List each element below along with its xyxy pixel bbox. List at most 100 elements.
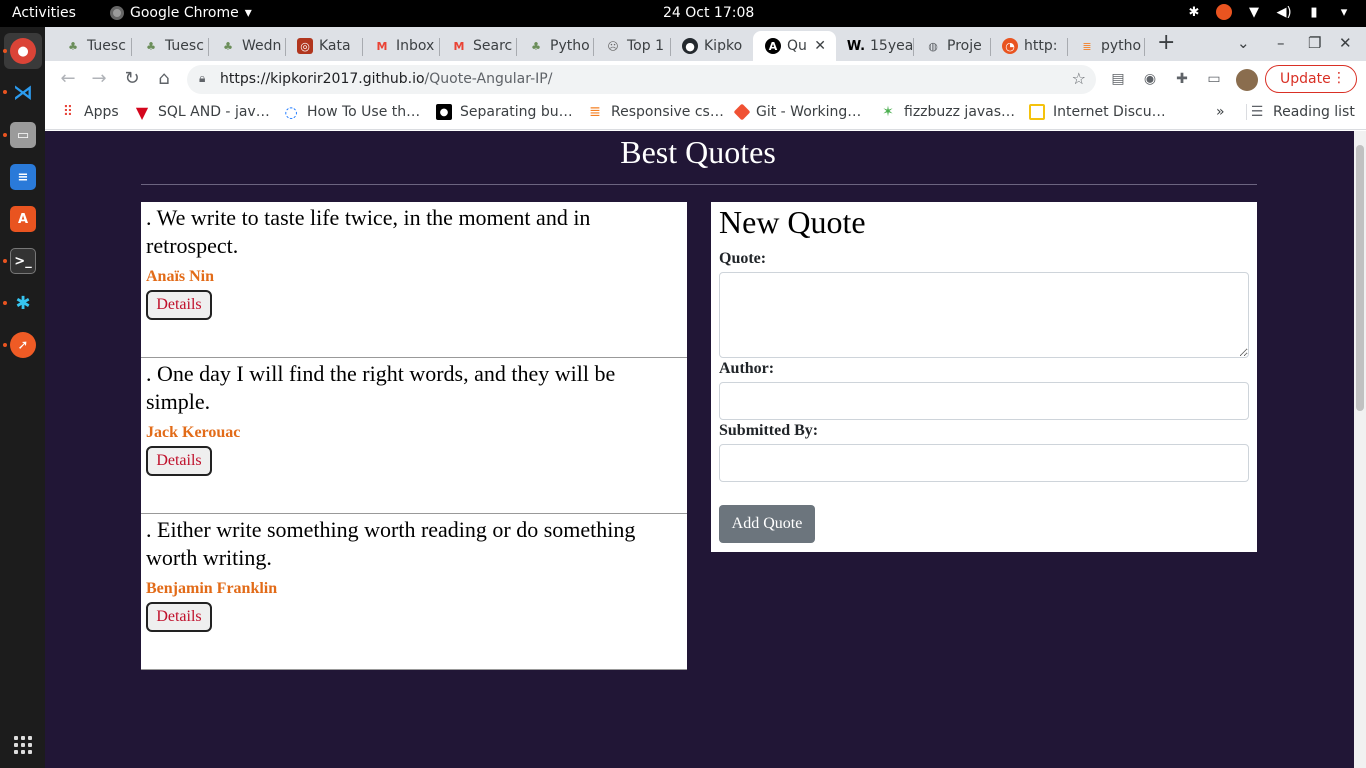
battery-icon[interactable]: ▮	[1306, 4, 1322, 20]
reading-list-button[interactable]: ☰ Reading list	[1246, 104, 1355, 120]
bookmark-item[interactable]: ● Separating bu…	[436, 104, 573, 120]
bookmark-label: Internet Discu…	[1053, 104, 1166, 120]
running-indicator	[3, 301, 7, 305]
extension-clipboard-icon[interactable]: ▤	[1109, 70, 1127, 88]
quote-textarea[interactable]	[719, 272, 1249, 358]
tab-label: Wedn	[242, 38, 282, 54]
reading-list-icon: ☰	[1250, 104, 1264, 120]
quote-card: . Either write something worth reading o…	[141, 514, 687, 670]
tab[interactable]: ◍ Proje	[913, 31, 990, 61]
tab[interactable]: ☹ Top 1	[593, 31, 670, 61]
tab[interactable]: ≣ pytho	[1067, 31, 1144, 61]
files-dock-icon[interactable]: ▭	[10, 122, 36, 148]
ubuntu-tray-icon[interactable]	[1216, 4, 1232, 20]
bookmark-item[interactable]: ≣ Responsive cs…	[587, 104, 724, 120]
details-button[interactable]: Details	[146, 446, 212, 476]
page-scrollbar[interactable]	[1354, 131, 1366, 768]
codewars-favicon-icon: ◎	[297, 38, 313, 54]
home-icon[interactable]: ⌂	[153, 68, 175, 89]
chrome-dock-icon[interactable]: ●	[10, 38, 36, 64]
system-tray[interactable]: ✱ ▼ ◀) ▮ ▾	[1186, 4, 1352, 20]
more-bookmarks-button[interactable]: »	[1216, 104, 1225, 120]
submitted-by-input[interactable]	[719, 444, 1249, 482]
slack-dock-icon[interactable]: ✱	[10, 290, 36, 316]
volume-icon[interactable]: ◀)	[1276, 4, 1292, 20]
maximize-icon[interactable]: ❐	[1308, 34, 1321, 52]
update-button[interactable]: Update ⋮	[1265, 65, 1357, 93]
bookmark-item[interactable]: Internet Discu…	[1029, 104, 1166, 120]
wifi-icon[interactable]: ▼	[1246, 4, 1262, 20]
tab[interactable]: ◎ Kata	[285, 31, 362, 61]
software-dock-icon[interactable]: A	[10, 206, 36, 232]
tab-label: Inbox	[396, 38, 435, 54]
tab[interactable]: M Searc	[439, 31, 516, 61]
reading-list-label: Reading list	[1273, 104, 1355, 120]
clock[interactable]: 24 Oct 17:08	[663, 5, 754, 21]
quote-list: . We write to taste life twice, in the m…	[141, 202, 687, 670]
author-field-label: Author:	[719, 360, 775, 377]
tab[interactable]: W. 15yea	[836, 31, 913, 61]
tab[interactable]: ● Kipko	[670, 31, 747, 61]
writer-dock-icon[interactable]: ≡	[10, 164, 36, 190]
author-input[interactable]	[719, 382, 1249, 420]
face-favicon-icon: ☹	[607, 39, 619, 53]
terminal-dock-icon[interactable]: >_	[10, 248, 36, 274]
dock: ● ⋊ ▭ ≡ A >_ ✱ ➚	[0, 27, 45, 768]
tab-active[interactable]: A Qu ✕	[753, 31, 836, 61]
tab-label: Tuesc	[87, 38, 126, 54]
bookmark-star-icon[interactable]: ☆	[1072, 69, 1086, 88]
postman-dock-icon[interactable]: ➚	[10, 332, 36, 358]
tab-label: Proje	[947, 38, 982, 54]
bookmark-item[interactable]: ✶ fizzbuzz javas…	[880, 104, 1015, 120]
bookmark-apps[interactable]: ⠿ Apps	[60, 104, 119, 120]
github-favicon-icon: ●	[682, 38, 698, 54]
running-indicator	[3, 133, 7, 137]
quote-card: . One day I will find the right words, a…	[141, 358, 687, 514]
show-applications-icon[interactable]	[14, 736, 32, 754]
tab-search-icon[interactable]: ⌄	[1237, 34, 1250, 52]
reload-icon[interactable]: ↻	[121, 68, 143, 89]
tab-favicon-icon: ♣	[531, 39, 541, 53]
bookmark-label: How To Use th…	[307, 104, 421, 120]
vscode-dock-icon[interactable]: ⋊	[10, 79, 36, 105]
bookmark-item[interactable]: Git - Working…	[733, 103, 861, 121]
stackoverflow-favicon-icon: ≣	[1082, 39, 1092, 53]
activities-button[interactable]: Activities	[12, 5, 76, 21]
tab[interactable]: ◔ http:	[990, 31, 1067, 61]
close-window-icon[interactable]: ✕	[1339, 34, 1352, 52]
new-quote-form: New Quote Quote: Author: Submitted By: A…	[711, 202, 1257, 552]
bookmark-item[interactable]: ▼ SQL AND - jav…	[134, 103, 270, 122]
tab[interactable]: M Inbox	[362, 31, 439, 61]
tab[interactable]: ♣ Tuesc	[53, 31, 131, 61]
tab-separator	[1144, 38, 1145, 56]
minimize-icon[interactable]: –	[1277, 34, 1285, 52]
app-menu[interactable]: Google Chrome ▾	[110, 5, 252, 21]
lock-icon[interactable]: 🔒︎	[199, 71, 205, 86]
extension-code-icon[interactable]: ◉	[1141, 70, 1159, 88]
profile-avatar[interactable]	[1236, 69, 1258, 91]
tab-label: 15yea	[870, 38, 913, 54]
bookmark-label: Apps	[84, 104, 119, 120]
cast-icon[interactable]: ▭	[1205, 70, 1223, 88]
tab[interactable]: ♣ Wedn	[208, 31, 285, 61]
tab[interactable]: ♣ Pytho	[516, 31, 593, 61]
menu-kebab-icon[interactable]: ⋮	[1332, 70, 1346, 86]
scrollbar-thumb[interactable]	[1356, 145, 1364, 411]
address-bar[interactable]: 🔒︎ https://kipkorir2017.github.io/Quote-…	[187, 65, 1096, 94]
back-icon[interactable]: ←	[57, 68, 79, 89]
details-button[interactable]: Details	[146, 290, 212, 320]
url-text: https://kipkorir2017.github.io/Quote-Ang…	[220, 71, 552, 87]
add-quote-button[interactable]: Add Quote	[719, 505, 815, 543]
slack-tray-icon[interactable]: ✱	[1186, 4, 1202, 20]
new-tab-button[interactable]: +	[1157, 32, 1175, 54]
system-menu-caret-icon[interactable]: ▾	[1336, 4, 1352, 20]
quote-card: . We write to taste life twice, in the m…	[141, 202, 687, 358]
close-tab-icon[interactable]: ✕	[814, 38, 826, 54]
tab[interactable]: ♣ Tuesc	[131, 31, 208, 61]
extensions-puzzle-icon[interactable]: ✚	[1173, 70, 1191, 88]
running-indicator	[3, 259, 7, 263]
bookmark-item[interactable]: ◌ How To Use th…	[283, 103, 421, 121]
forward-icon[interactable]: →	[88, 68, 110, 89]
tab-favicon-icon: ♣	[146, 39, 156, 53]
details-button[interactable]: Details	[146, 602, 212, 632]
